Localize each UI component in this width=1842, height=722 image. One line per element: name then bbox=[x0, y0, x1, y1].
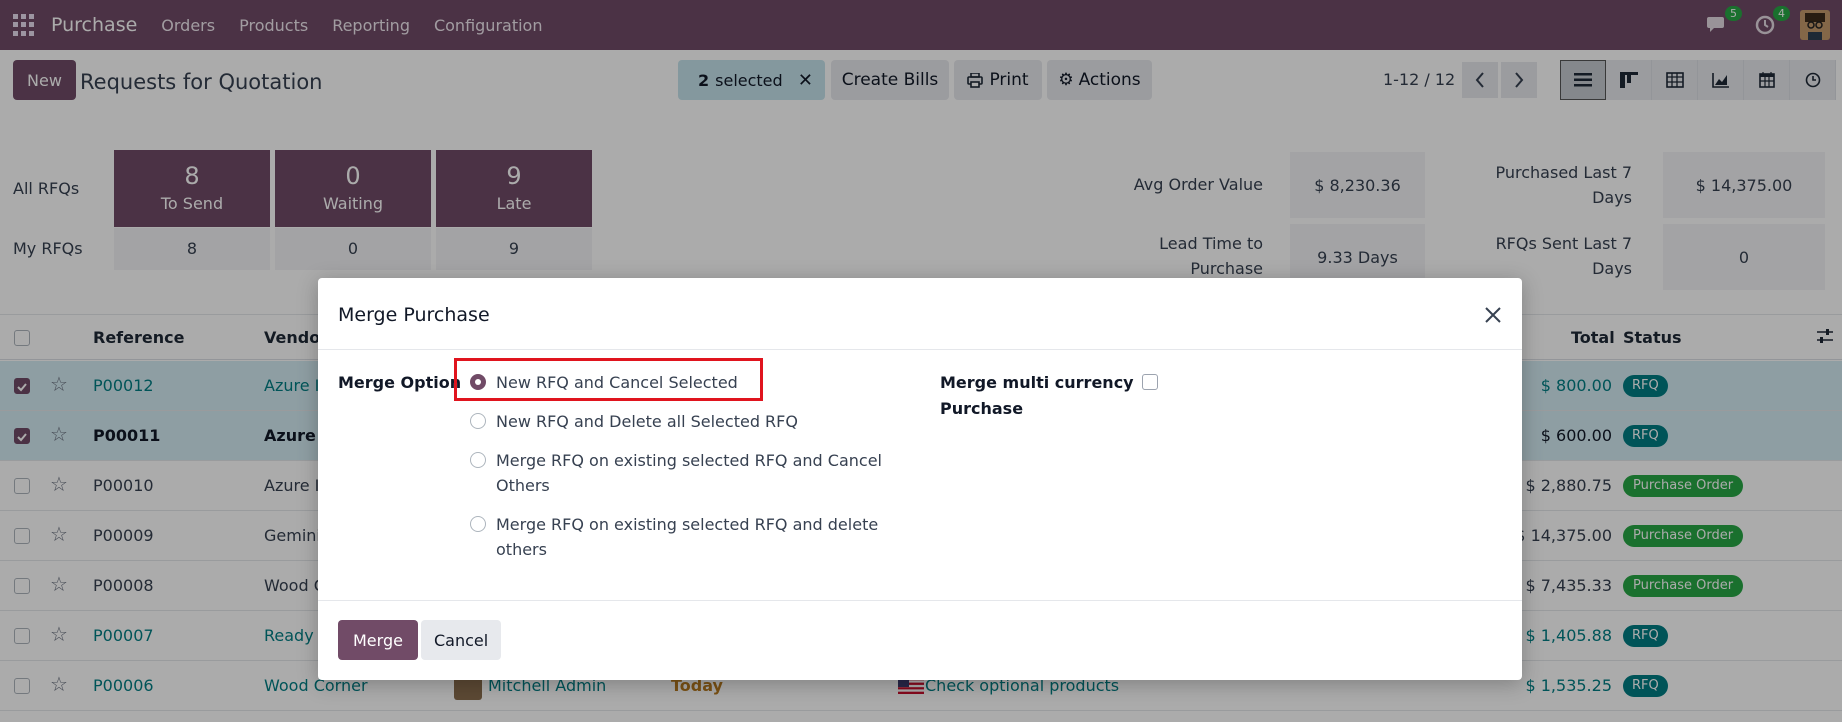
option-new-rfq-cancel[interactable]: New RFQ and Cancel Selected bbox=[470, 370, 738, 395]
option-label-line1: Merge RFQ on existing selected RFQ and d… bbox=[496, 515, 879, 534]
multi-currency-label-line1: Merge multi currency bbox=[940, 373, 1134, 392]
option-label-line1: Merge RFQ on existing selected RFQ and C… bbox=[496, 451, 882, 470]
close-icon[interactable] bbox=[1478, 300, 1508, 330]
option-merge-existing-delete[interactable]: Merge RFQ on existing selected RFQ and d… bbox=[470, 512, 878, 562]
option-merge-existing-cancel[interactable]: Merge RFQ on existing selected RFQ and C… bbox=[470, 448, 882, 498]
merge-purchase-dialog: Merge Purchase Merge Option New RFQ and … bbox=[318, 278, 1522, 680]
cancel-button[interactable]: Cancel bbox=[421, 620, 502, 660]
multi-currency-checkbox[interactable] bbox=[1142, 374, 1158, 390]
merge-option-label: Merge Option bbox=[338, 373, 462, 392]
multi-currency-label-line2: Purchase bbox=[940, 399, 1024, 418]
option-label-line2: Others bbox=[496, 476, 550, 495]
option-label: Merge RFQ on existing selected RFQ and d… bbox=[496, 512, 878, 562]
radio[interactable] bbox=[470, 452, 486, 468]
dialog-title: Merge Purchase bbox=[338, 304, 490, 326]
option-label: Merge RFQ on existing selected RFQ and C… bbox=[496, 448, 882, 498]
radio[interactable] bbox=[470, 413, 486, 429]
merge-multi-currency-label: Merge multi currency Purchase bbox=[940, 370, 1134, 422]
radio-selected[interactable] bbox=[470, 374, 486, 390]
option-new-rfq-delete[interactable]: New RFQ and Delete all Selected RFQ bbox=[470, 409, 798, 434]
merge-button[interactable]: Merge bbox=[338, 620, 418, 660]
option-label: New RFQ and Cancel Selected bbox=[496, 373, 738, 392]
option-label: New RFQ and Delete all Selected RFQ bbox=[496, 412, 798, 431]
option-label-line2: others bbox=[496, 540, 547, 559]
footer-divider bbox=[318, 600, 1522, 601]
radio[interactable] bbox=[470, 516, 486, 532]
header-divider bbox=[318, 349, 1522, 350]
